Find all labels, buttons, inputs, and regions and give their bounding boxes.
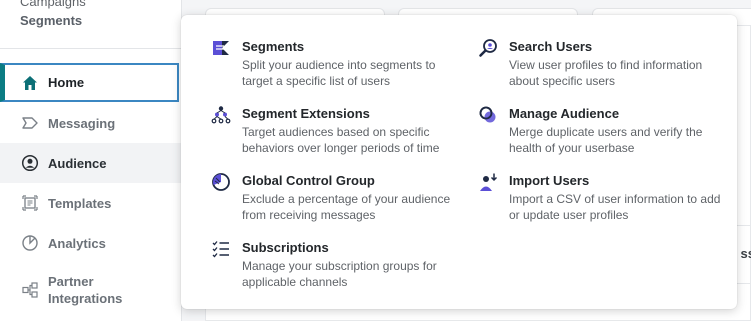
- menu-item-title: Global Control Group: [242, 173, 375, 188]
- sidebar: Campaigns Segments Home Messaging Audien…: [0, 0, 182, 321]
- menu-item-description: Merge duplicate users and verify the hea…: [509, 125, 703, 155]
- menu-item-title: Segment Extensions: [242, 106, 370, 121]
- integrations-icon: [20, 280, 40, 300]
- messaging-icon: [20, 113, 40, 133]
- home-icon: [20, 73, 40, 93]
- menu-item-description: Target audiences based on specific behav…: [242, 125, 440, 155]
- manage-audience-icon: [477, 104, 499, 126]
- sidebar-item-home[interactable]: Home: [0, 63, 179, 102]
- menu-item-global-control-group[interactable]: Global Control Group Exclude a percentag…: [210, 171, 450, 223]
- sidebar-sub-item-segments[interactable]: Segments: [20, 13, 82, 28]
- audience-dropdown-menu: Segments Split your audience into segmen…: [181, 15, 737, 309]
- subscriptions-icon: [210, 238, 232, 260]
- sidebar-item-audience[interactable]: Audience: [0, 143, 182, 183]
- background-divider: [736, 283, 751, 284]
- background-divider: [736, 225, 751, 226]
- menu-item-title: Import Users: [509, 173, 590, 188]
- menu-item-search-users[interactable]: Search Users View user profiles to find …: [477, 37, 717, 89]
- menu-item-import-users[interactable]: Import Users Import a CSV of user inform…: [477, 171, 720, 223]
- sidebar-item-campaigns-partial[interactable]: Campaigns: [20, 0, 86, 9]
- sidebar-item-label: Messaging: [48, 115, 116, 131]
- background-clipped-text: ss: [740, 246, 751, 261]
- segment-extensions-icon: [210, 104, 232, 126]
- search-users-icon: [477, 37, 499, 59]
- analytics-icon: [20, 233, 40, 253]
- segments-icon: [210, 37, 232, 59]
- menu-item-title: Segments: [242, 39, 305, 54]
- import-users-icon: [477, 171, 499, 193]
- menu-item-description: Manage your subscription groups for appl…: [242, 259, 437, 289]
- menu-item-title: Subscriptions: [242, 240, 329, 255]
- menu-item-title: Manage Audience: [509, 106, 620, 121]
- sidebar-item-label: Home: [48, 75, 85, 90]
- menu-item-description: Import a CSV of user information to add …: [509, 192, 721, 222]
- menu-item-description: Split your audience into segments to tar…: [242, 58, 436, 88]
- sidebar-item-label: Partner Integrations: [48, 274, 123, 306]
- menu-item-subscriptions[interactable]: Subscriptions Manage your subscription g…: [210, 238, 450, 290]
- menu-item-description: View user profiles to find information a…: [509, 58, 703, 88]
- sidebar-divider: [0, 48, 182, 49]
- sidebar-item-analytics[interactable]: Analytics: [0, 223, 182, 263]
- sidebar-item-templates[interactable]: Templates: [0, 183, 182, 223]
- menu-item-description: Exclude a percentage of your audience fr…: [242, 192, 451, 222]
- templates-icon: [20, 193, 40, 213]
- menu-item-segment-extensions[interactable]: Segment Extensions Target audiences base…: [210, 104, 450, 156]
- sidebar-item-label: Audience: [48, 155, 107, 171]
- menu-item-manage-audience[interactable]: Manage Audience Merge duplicate users an…: [477, 104, 717, 156]
- sidebar-item-label: Templates: [48, 195, 112, 211]
- sidebar-item-label: Analytics: [48, 235, 106, 251]
- global-control-group-icon: [210, 171, 232, 193]
- sidebar-item-messaging[interactable]: Messaging: [0, 103, 182, 143]
- menu-item-segments[interactable]: Segments Split your audience into segmen…: [210, 37, 450, 89]
- menu-item-title: Search Users: [509, 39, 593, 54]
- sidebar-item-partner-integrations[interactable]: Partner Integrations: [0, 267, 182, 313]
- audience-icon: [20, 153, 40, 173]
